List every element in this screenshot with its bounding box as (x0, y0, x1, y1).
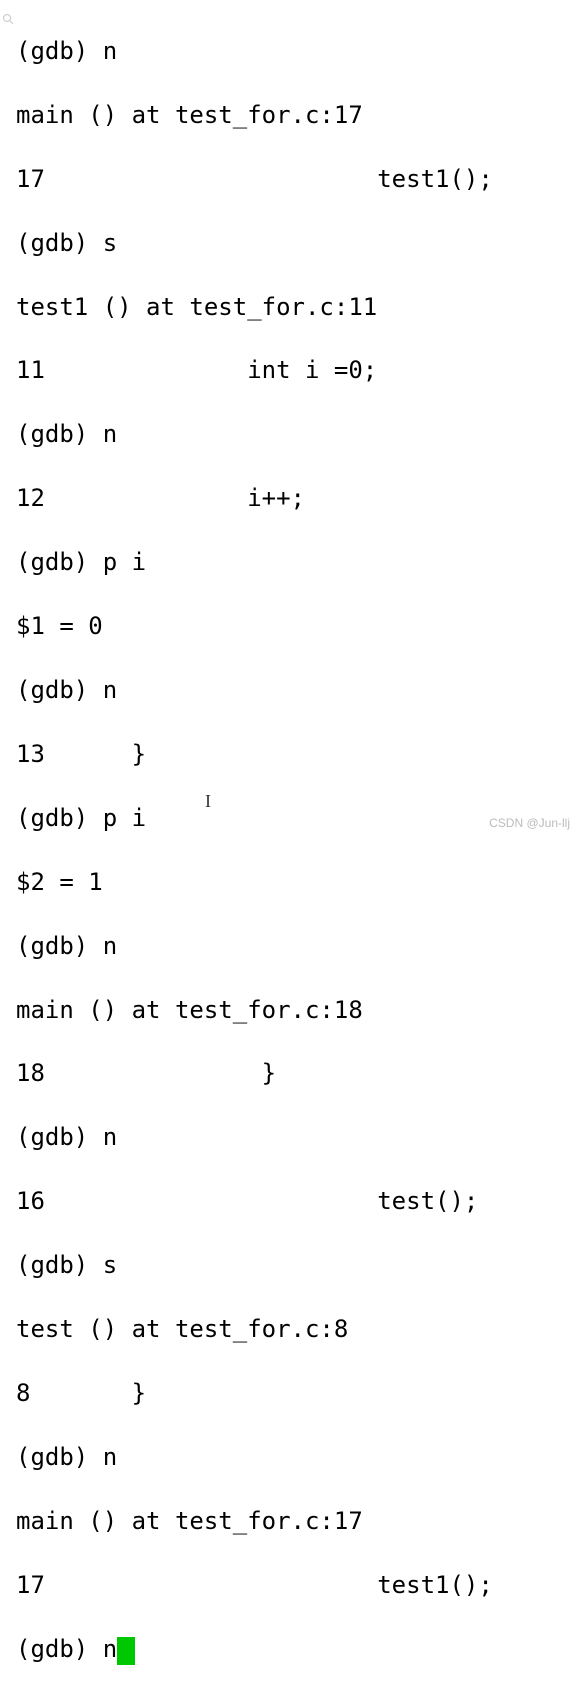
output-line: 13 } (16, 739, 574, 771)
output-line: (gdb) s (16, 228, 574, 260)
text-cursor-icon: I (205, 790, 211, 814)
output-line: 17 test1(); (16, 164, 574, 196)
output-line: test () at test_for.c:8 (16, 1314, 574, 1346)
prompt-text: (gdb) n (16, 1635, 117, 1663)
output-line: main () at test_for.c:18 (16, 995, 574, 1027)
output-line: (gdb) n (16, 36, 574, 68)
output-line: (gdb) p i (16, 547, 574, 579)
output-line: $2 = 1 (16, 867, 574, 899)
output-line: test1 () at test_for.c:11 (16, 292, 574, 324)
output-line: 17 test1(); (16, 1570, 574, 1602)
output-line: main () at test_for.c:17 (16, 100, 574, 132)
watermark: CSDN @Jun-llj (489, 816, 570, 832)
output-line: 8 } (16, 1378, 574, 1410)
output-line: (gdb) n (16, 419, 574, 451)
output-line: main () at test_for.c:17 (16, 1506, 574, 1538)
prompt-line[interactable]: (gdb) nI (16, 1634, 574, 1666)
output-line: (gdb) s (16, 1250, 574, 1282)
output-line: 12 i++; (16, 483, 574, 515)
output-line: $1 = 0 (16, 611, 574, 643)
terminal-output[interactable]: (gdb) n main () at test_for.c:17 17 test… (16, 4, 574, 1688)
output-line: 18 } (16, 1058, 574, 1090)
output-line: (gdb) n (16, 1442, 574, 1474)
find-icon (2, 4, 14, 18)
output-line: 11 int i =0; (16, 355, 574, 387)
output-line: (gdb) n (16, 1122, 574, 1154)
output-line: (gdb) n (16, 675, 574, 707)
output-line: 16 test(); (16, 1186, 574, 1218)
output-line: (gdb) n (16, 931, 574, 963)
block-cursor (117, 1637, 135, 1665)
